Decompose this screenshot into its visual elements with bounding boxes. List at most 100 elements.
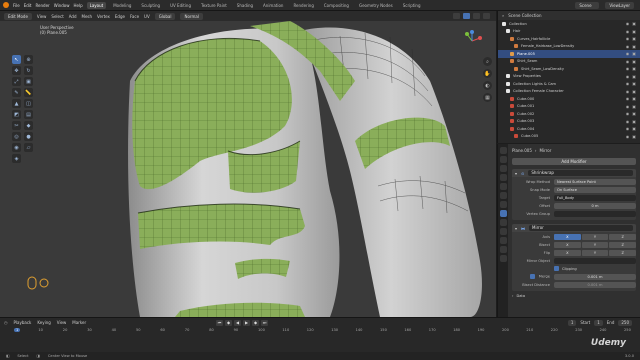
camera-icon[interactable]: ▣ xyxy=(632,21,636,26)
outliner-row[interactable]: Collection Lights & Cam ◉ ▣ xyxy=(498,80,640,88)
jump-start-icon[interactable]: ⏮ xyxy=(216,319,223,326)
menu-file[interactable]: File xyxy=(13,3,20,8)
flip-z-toggle[interactable]: Z xyxy=(609,249,637,256)
add-modifier-button[interactable]: Add Modifier xyxy=(512,158,636,165)
tab-sculpting[interactable]: Sculpting xyxy=(138,2,163,9)
bisect-x-toggle[interactable]: X xyxy=(554,241,581,248)
blender-logo-icon[interactable] xyxy=(3,2,9,8)
camera-icon[interactable]: ▣ xyxy=(632,111,636,116)
eye-icon[interactable]: ◉ xyxy=(626,134,630,139)
solid-shading-button[interactable] xyxy=(463,13,470,19)
clipping-checkbox[interactable] xyxy=(554,266,559,271)
filter-icon[interactable]: ⌕ xyxy=(502,13,504,18)
menu-playback[interactable]: Playback xyxy=(14,320,32,325)
outliner-row[interactable]: Hair ◉ ▣ xyxy=(498,28,640,36)
tab-scripting[interactable]: Scripting xyxy=(400,2,424,9)
outliner-row[interactable]: Collection Female Character ◉ ▣ xyxy=(498,88,640,96)
eye-icon[interactable]: ◉ xyxy=(626,29,630,34)
menu-select[interactable]: Select xyxy=(51,14,63,19)
outliner-row[interactable]: Female_Hairbase_LowDensity ◉ ▣ xyxy=(498,43,640,51)
render-tab-icon[interactable] xyxy=(499,156,507,163)
menu-view[interactable]: View xyxy=(37,14,47,19)
measure-tool-icon[interactable]: 📏 xyxy=(24,88,33,97)
tab-uv-editing[interactable]: UV Editing xyxy=(167,2,194,9)
transform-tool-icon[interactable]: ▣ xyxy=(24,77,33,86)
axis-z-toggle[interactable]: Z xyxy=(609,233,637,240)
tool-tab-icon[interactable] xyxy=(499,147,507,154)
menu-uv[interactable]: UV xyxy=(144,14,150,19)
poly-build-tool-icon[interactable]: ◆ xyxy=(24,121,33,130)
menu-window[interactable]: Window xyxy=(54,3,70,8)
bisect-y-toggle[interactable]: Y xyxy=(581,241,609,248)
outliner-row[interactable]: Cube.004 ◉ ▣ xyxy=(498,125,640,133)
menu-keying[interactable]: Keying xyxy=(37,320,50,325)
camera-icon[interactable]: ▣ xyxy=(632,74,636,79)
camera-icon[interactable]: ▣ xyxy=(632,104,636,109)
view-layer-tab-icon[interactable] xyxy=(499,174,507,181)
bisect-distance-field[interactable]: 0.001 m xyxy=(554,281,636,288)
world-tab-icon[interactable] xyxy=(499,192,507,199)
camera-icon[interactable]: ▣ xyxy=(632,126,636,131)
outliner-row[interactable]: Curves_Hairfollicle ◉ ▣ xyxy=(498,35,640,43)
menu-edge[interactable]: Edge xyxy=(115,14,125,19)
offset-field[interactable]: 0 m xyxy=(554,202,636,209)
smooth-tool-icon[interactable]: ● xyxy=(24,132,33,141)
outliner-row[interactable]: View Properties ◉ ▣ xyxy=(498,73,640,81)
material-tab-icon[interactable] xyxy=(499,255,507,262)
output-tab-icon[interactable] xyxy=(499,165,507,172)
eye-icon[interactable]: ◉ xyxy=(626,81,630,86)
camera-icon[interactable]: ▣ xyxy=(632,51,636,56)
camera-icon[interactable]: ▣ xyxy=(632,89,636,94)
eye-icon[interactable]: ◉ xyxy=(626,111,630,116)
pivot-dropdown[interactable]: Normal xyxy=(180,12,203,20)
pan-hand-icon[interactable]: ✋ xyxy=(483,69,492,78)
merge-distance-field[interactable]: 0.001 m xyxy=(554,273,636,280)
loop-cut-tool-icon[interactable]: ▤ xyxy=(24,110,33,119)
view-layer-selector[interactable]: ViewLayer xyxy=(605,2,634,9)
constraints-tab-icon[interactable] xyxy=(499,237,507,244)
start-frame-field[interactable]: 1 xyxy=(594,319,603,326)
data-subpanel[interactable]: › Data xyxy=(512,292,636,299)
eye-icon[interactable]: ◉ xyxy=(626,21,630,26)
camera-icon[interactable]: ▣ xyxy=(632,29,636,34)
eye-icon[interactable]: ◉ xyxy=(626,89,630,94)
outliner-row[interactable]: Cube.003 ◉ ▣ xyxy=(498,118,640,126)
axis-x-toggle[interactable]: X xyxy=(554,233,581,240)
camera-icon[interactable]: ▣ xyxy=(632,134,636,139)
eye-icon[interactable]: ◉ xyxy=(626,74,630,79)
rotate-tool-icon[interactable]: ↻ xyxy=(24,66,33,75)
eye-icon[interactable]: ◉ xyxy=(626,36,630,41)
menu-add[interactable]: Add xyxy=(69,14,77,19)
outliner-row[interactable]: Collection ◉ ▣ xyxy=(498,20,640,28)
camera-icon[interactable]: ▣ xyxy=(632,81,636,86)
particles-tab-icon[interactable] xyxy=(499,219,507,226)
eye-icon[interactable]: ◉ xyxy=(626,44,630,49)
select-box-tool-icon[interactable]: ↖ xyxy=(12,55,21,64)
eye-icon[interactable]: ◉ xyxy=(626,59,630,64)
bisect-z-toggle[interactable]: Z xyxy=(609,241,637,248)
mirror-object-field[interactable] xyxy=(554,257,636,264)
physics-tab-icon[interactable] xyxy=(499,228,507,235)
eye-icon[interactable]: ◉ xyxy=(626,126,630,131)
eye-icon[interactable]: ◉ xyxy=(626,119,630,124)
scale-tool-icon[interactable]: ⤢ xyxy=(12,77,21,86)
tab-geometry-nodes[interactable]: Geometry Nodes xyxy=(356,2,396,9)
mirror-name-field[interactable]: Mirror xyxy=(529,225,633,231)
cursor-tool-icon[interactable]: ⊕ xyxy=(24,55,33,64)
camera-icon[interactable]: ▣ xyxy=(632,59,636,64)
eye-icon[interactable]: ◉ xyxy=(626,104,630,109)
camera-icon[interactable]: ▣ xyxy=(632,66,636,71)
tab-rendering[interactable]: Rendering xyxy=(290,2,316,9)
outliner-row[interactable]: Cube.000 ◉ ▣ xyxy=(498,95,640,103)
outliner-row[interactable]: Shirt_Seam_LowDensity ◉ ▣ xyxy=(498,65,640,73)
outliner-row[interactable]: Shirt_Seam ◉ ▣ xyxy=(498,58,640,66)
shrinkwrap-name-field[interactable]: Shrinkwrap xyxy=(528,170,633,176)
outliner-row[interactable]: Plane.005 ◉ ▣ xyxy=(498,50,640,58)
rip-tool-icon[interactable]: ◈ xyxy=(12,154,21,163)
menu-view-timeline[interactable]: View xyxy=(57,320,67,325)
merge-checkbox[interactable] xyxy=(529,274,535,279)
snap-mode-dropdown[interactable]: On Surface xyxy=(554,186,636,193)
shrinkwrap-header[interactable]: ▾ ⊙ Shrinkwrap xyxy=(512,169,636,177)
shear-tool-icon[interactable]: ▱ xyxy=(24,143,33,152)
inset-tool-icon[interactable]: ◫ xyxy=(24,99,33,108)
